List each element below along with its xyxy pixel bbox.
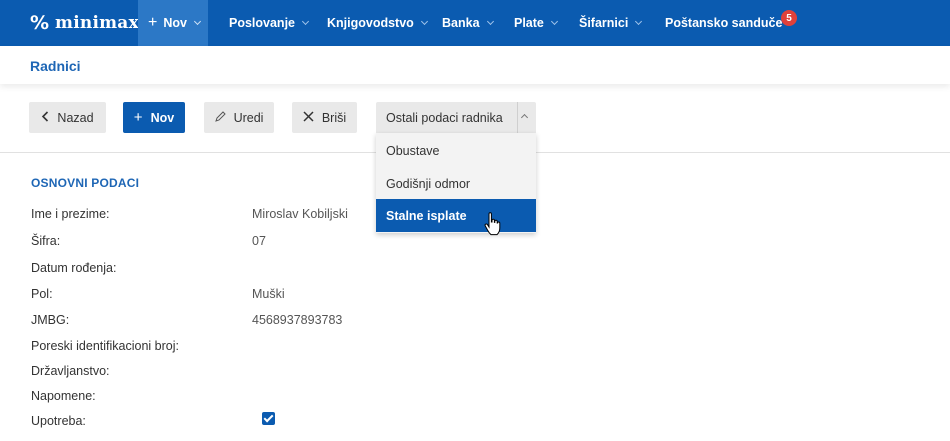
back-button[interactable]: Nazad [29,102,106,133]
nav-sifarnici[interactable]: Šifarnici [579,0,643,46]
menu-item-obustave[interactable]: Obustave [376,134,536,167]
menu-item-label: Obustave [386,143,440,158]
field-label-name: Ime i prezime: [31,207,110,221]
split-divider [517,102,518,133]
chevron-down-icon [550,17,558,26]
field-value-jmbg: 4568937893783 [252,313,343,327]
nav-item-label: Poslovanje [229,16,295,30]
nav-knjigovodstvo[interactable]: Knjigovodstvo [327,0,428,46]
nav-item-label: Knjigovodstvo [327,16,414,30]
usage-checkbox[interactable] [262,412,275,425]
other-employee-data-label: Ostali podaci radnika [386,111,503,125]
delete-button[interactable]: Briši [292,102,357,133]
app-logo[interactable]: % minimax [30,11,139,35]
nav-banka[interactable]: Banka [442,0,494,46]
menu-item-label: Stalne isplate [386,208,467,223]
chevron-up-icon[interactable] [520,113,529,122]
chevron-left-icon [41,110,49,125]
nav-poslovanje[interactable]: Poslovanje [229,0,310,46]
mailbox-count-badge: 5 [781,10,797,26]
field-label-citizenship: Državljanstvo: [31,364,110,378]
close-icon [303,110,314,125]
logo-text: minimax [55,13,139,33]
edit-button-label: Uredi [233,110,264,125]
pencil-icon [214,110,226,125]
delete-button-label: Briši [321,110,347,125]
new-button[interactable]: + Nov [123,102,185,133]
menu-item-godisnji-odmor[interactable]: Godišnji odmor [376,167,536,200]
nav-item-label: Šifarnici [579,16,629,30]
field-label-jmbg: JMBG: [31,313,70,327]
field-label-birthdate: Datum rođenja: [31,261,117,275]
nav-plate[interactable]: Plate [514,0,558,46]
hand-pointer-icon [484,212,502,241]
field-value-gender: Muški [252,287,285,301]
nav-postansko-sanduce[interactable]: Poštansko sanduče [665,0,782,46]
field-label-usage: Upotreba: [31,414,86,428]
back-button-label: Nazad [57,110,94,125]
percent-logo-icon: % [30,12,50,34]
other-employee-data-button[interactable]: Ostali podaci radnika [376,102,536,133]
chevron-down-icon [635,17,643,26]
field-label-code: Šifra: [31,234,61,248]
field-label-notes: Napomene: [31,389,96,403]
nav-item-label: Banka [442,16,480,30]
nav-item-label: Poštansko sanduče [665,16,783,30]
field-value-name: Miroslav Kobiljski [252,207,348,221]
plus-icon: + [133,109,143,126]
menu-item-stalne-isplate[interactable]: Stalne isplate [376,199,536,232]
chevron-down-icon [420,17,428,26]
page-header: Radnici [0,46,950,84]
section-title: OSNOVNI PODACI [31,176,140,190]
nav-new-menu[interactable]: + Nov [138,0,208,46]
field-value-code: 07 [252,234,266,248]
plus-icon: + [148,14,158,31]
nav-item-label: Plate [514,16,544,30]
top-navigation: % minimax + Nov Poslovanje Knjigovodstvo… [0,0,950,46]
field-label-tax-id: Poreski identifikacioni broj: [31,339,179,353]
nav-new-label: Nov [163,16,187,30]
other-data-dropdown-menu: Obustave Godišnji odmor Stalne isplate [376,133,536,233]
menu-item-label: Godišnji odmor [386,176,471,191]
chevron-down-icon [193,17,202,26]
chevron-down-icon [301,17,310,26]
new-button-label: Nov [150,110,175,125]
edit-button[interactable]: Uredi [204,102,274,133]
page-title: Radnici [30,58,81,74]
field-label-gender: Pol: [31,287,53,301]
chevron-down-icon [486,17,494,26]
